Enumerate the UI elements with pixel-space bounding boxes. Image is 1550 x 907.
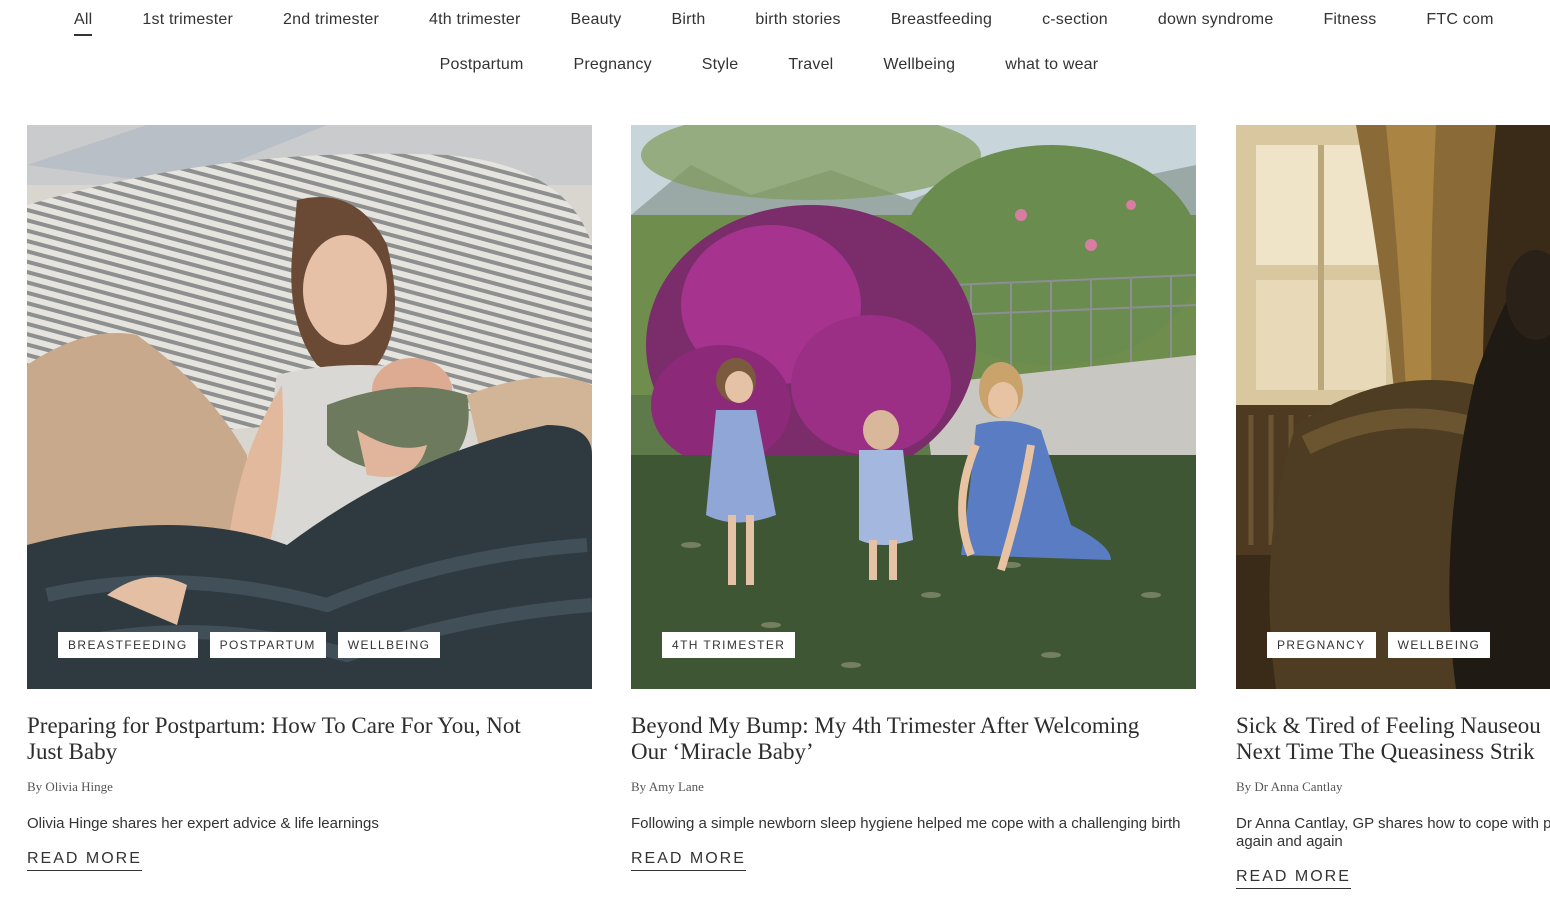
filter-c-section[interactable]: c-section [1042, 10, 1108, 36]
blog-listing-page: All 1st trimester 2nd trimester 4th trim… [0, 0, 1550, 907]
tag-wellbeing[interactable]: Wellbeing [337, 632, 441, 658]
filter-birth[interactable]: Birth [672, 10, 706, 36]
filter-what-to-wear[interactable]: what to wear [1005, 55, 1098, 79]
read-more-link[interactable]: READ MORE [27, 850, 142, 871]
post-author: By Amy Lane [631, 779, 704, 794]
filter-style[interactable]: Style [702, 55, 739, 79]
post-excerpt-line: Dr Anna Cantlay, GP shares how to cope w… [1236, 815, 1550, 832]
post-excerpt-line: Olivia Hinge shares her expert advice & … [27, 815, 379, 832]
read-more-link[interactable]: READ MORE [631, 850, 746, 871]
filter-beauty[interactable]: Beauty [571, 10, 622, 36]
tag-postpartum[interactable]: Postpartum [209, 632, 326, 658]
post-card-image[interactable]: Breastfeeding Postpartum Wellbeing [27, 125, 592, 689]
filter-2nd-trimester[interactable]: 2nd trimester [283, 10, 379, 36]
filter-4th-trimester[interactable]: 4th trimester [429, 10, 521, 36]
post-author: By Dr Anna Cantlay [1236, 779, 1343, 794]
filter-travel[interactable]: Travel [788, 55, 833, 79]
post-title-line: Just Baby [27, 739, 118, 764]
tag-breastfeeding[interactable]: Breastfeeding [58, 632, 198, 658]
post-title-line: Next Time The Queasiness Strik [1236, 739, 1535, 764]
post-card-image[interactable]: Pregnancy Wellbeing [1236, 125, 1550, 689]
mother-and-children-in-garden-photo [631, 125, 1196, 689]
post-card-image[interactable]: 4th trimester [631, 125, 1196, 689]
woman-in-armchair-by-window-photo [1236, 125, 1550, 689]
category-filter-row-2: Postpartum Pregnancy Style Travel Wellbe… [0, 55, 1550, 79]
filter-fitness[interactable]: Fitness [1323, 10, 1376, 36]
post-title[interactable]: Sick & Tired of Feeling Nauseou Next Tim… [1236, 713, 1550, 765]
filter-wellbeing[interactable]: Wellbeing [883, 55, 955, 79]
post-excerpt-line: again and again [1236, 833, 1343, 850]
post-tag-list: Pregnancy Wellbeing [1267, 632, 1491, 658]
tag-wellbeing[interactable]: Wellbeing [1387, 632, 1491, 658]
mother-resting-with-newborn-photo [27, 125, 592, 689]
post-title-line: Sick & Tired of Feeling Nauseou [1236, 713, 1541, 738]
post-excerpt-line: Following a simple newborn sleep hygiene… [631, 815, 1181, 832]
post-title-line: Beyond My Bump: My 4th Trimester After W… [631, 713, 1140, 738]
post-card: Pregnancy Wellbeing Sick & Tired of Feel… [1236, 125, 1550, 889]
read-more-link[interactable]: READ MORE [1236, 868, 1351, 889]
post-tag-list: Breastfeeding Postpartum Wellbeing [58, 632, 441, 658]
filter-1st-trimester[interactable]: 1st trimester [142, 10, 233, 36]
filter-down-syndrome[interactable]: down syndrome [1158, 10, 1274, 36]
category-filter-bar: All 1st trimester 2nd trimester 4th trim… [0, 0, 1550, 100]
tag-4th-trimester[interactable]: 4th trimester [662, 632, 796, 658]
post-title[interactable]: Beyond My Bump: My 4th Trimester After W… [631, 713, 1196, 765]
filter-postpartum[interactable]: Postpartum [440, 55, 524, 79]
filter-ftc-com[interactable]: FTC com [1426, 10, 1493, 36]
filter-pregnancy[interactable]: Pregnancy [573, 55, 651, 79]
filter-all[interactable]: All [74, 10, 93, 36]
post-tag-list: 4th trimester [662, 632, 796, 658]
post-title-line: Our ‘Miracle Baby’ [631, 739, 814, 764]
post-excerpt: Dr Anna Cantlay, GP shares how to cope w… [1236, 815, 1550, 851]
post-excerpt: Following a simple newborn sleep hygiene… [631, 815, 1196, 833]
post-excerpt: Olivia Hinge shares her expert advice & … [27, 815, 592, 833]
post-card: 4th trimester Beyond My Bump: My 4th Tri… [631, 125, 1196, 871]
filter-breastfeeding[interactable]: Breastfeeding [891, 10, 992, 36]
tag-pregnancy[interactable]: Pregnancy [1267, 632, 1376, 658]
post-title-line: Preparing for Postpartum: How To Care Fo… [27, 713, 521, 738]
post-card: Breastfeeding Postpartum Wellbeing Prepa… [27, 125, 592, 871]
category-filter-row-1: All 1st trimester 2nd trimester 4th trim… [74, 10, 1550, 36]
filter-birth-stories[interactable]: birth stories [755, 10, 840, 36]
post-title[interactable]: Preparing for Postpartum: How To Care Fo… [27, 713, 592, 765]
post-author: By Olivia Hinge [27, 779, 113, 794]
